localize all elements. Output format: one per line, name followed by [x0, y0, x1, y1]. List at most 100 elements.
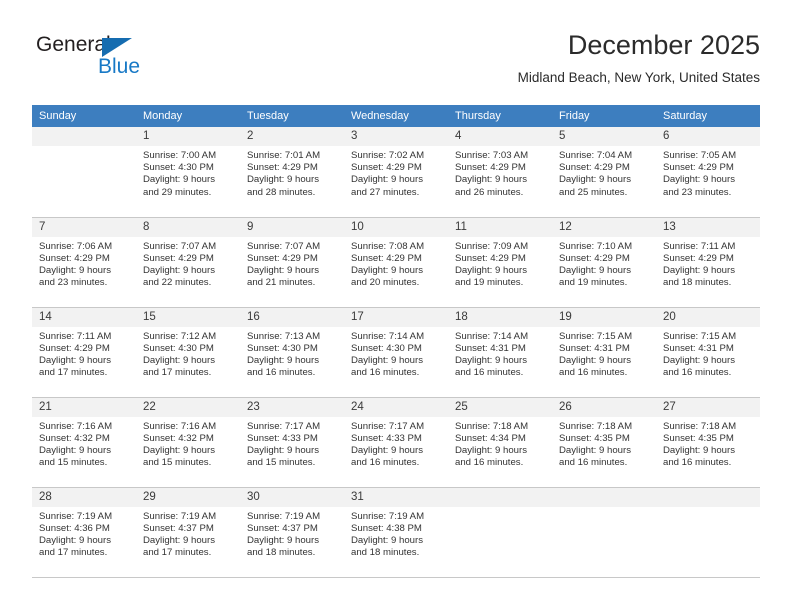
- daylight-text-cont: and 16 minutes.: [351, 367, 420, 379]
- calendar-day-cell[interactable]: 30 Sunrise: 7:19 AM Sunset: 4:37 PM Dayligh…: [240, 487, 344, 578]
- day-sun-details: Sunrise: 7:16 AM Sunset: 4:32 PM Daylight:…: [32, 417, 136, 470]
- sunrise-text: Sunrise: 7:11 AM: [663, 240, 736, 252]
- daylight-text: Daylight: 9 hours: [143, 534, 215, 546]
- sunset-text: Sunset: 4:37 PM: [143, 522, 214, 534]
- calendar-day-cell[interactable]: 11 Sunrise: 7:09 AM Sunset: 4:29 PM Dayligh…: [448, 217, 552, 308]
- calendar-day-cell[interactable]: 16 Sunrise: 7:13 AM Sunset: 4:30 PM Dayligh…: [240, 307, 344, 398]
- day-cell-inner: 25 Sunrise: 7:18 AM Sunset: 4:34 PM Dayligh…: [448, 397, 552, 487]
- calendar-day-cell[interactable]: 7 Sunrise: 7:06 AM Sunset: 4:29 PM Daylight…: [32, 217, 136, 308]
- daylight-text-cont: and 17 minutes.: [39, 547, 108, 559]
- day-cell-inner: 17 Sunrise: 7:14 AM Sunset: 4:30 PM Dayligh…: [344, 307, 448, 397]
- day-cell-inner: [448, 487, 552, 577]
- daylight-text-cont: and 25 minutes.: [559, 186, 628, 198]
- calendar-week-row: 7 Sunrise: 7:06 AM Sunset: 4:29 PM Daylight…: [32, 217, 760, 308]
- page-subtitle: Midland Beach, New York, United States: [517, 70, 760, 85]
- calendar-day-cell[interactable]: 23 Sunrise: 7:17 AM Sunset: 4:33 PM Dayligh…: [240, 397, 344, 488]
- sunrise-text: Sunrise: 7:09 AM: [455, 240, 529, 252]
- calendar-day-cell[interactable]: 27 Sunrise: 7:18 AM Sunset: 4:35 PM Dayligh…: [656, 397, 760, 488]
- weekday-header-friday: Friday: [552, 105, 656, 127]
- day-number: 23: [240, 397, 344, 417]
- day-sun-details: Sunrise: 7:14 AM Sunset: 4:30 PM Daylight:…: [344, 327, 448, 380]
- daylight-text-cont: and 16 minutes.: [455, 367, 524, 379]
- calendar-day-cell[interactable]: 25 Sunrise: 7:18 AM Sunset: 4:34 PM Dayligh…: [448, 397, 552, 488]
- calendar-week-row: 28 Sunrise: 7:19 AM Sunset: 4:36 PM Dayligh…: [32, 487, 760, 578]
- calendar-day-cell[interactable]: 8 Sunrise: 7:07 AM Sunset: 4:29 PM Daylight…: [136, 217, 240, 308]
- sunrise-text: Sunrise: 7:18 AM: [559, 420, 633, 432]
- calendar-day-cell[interactable]: 29 Sunrise: 7:19 AM Sunset: 4:37 PM Dayligh…: [136, 487, 240, 578]
- calendar-day-cell[interactable]: 9 Sunrise: 7:07 AM Sunset: 4:29 PM Daylight…: [240, 217, 344, 308]
- sunset-text: Sunset: 4:29 PM: [455, 252, 526, 264]
- day-number: 18: [448, 307, 552, 327]
- sunrise-text: Sunrise: 7:13 AM: [247, 330, 321, 342]
- calendar-day-cell[interactable]: 6 Sunrise: 7:05 AM Sunset: 4:29 PM Daylight…: [656, 127, 760, 218]
- sunset-text: Sunset: 4:29 PM: [351, 252, 422, 264]
- day-cell-inner: 30 Sunrise: 7:19 AM Sunset: 4:37 PM Dayligh…: [240, 487, 344, 577]
- calendar-day-cell[interactable]: 22 Sunrise: 7:16 AM Sunset: 4:32 PM Dayligh…: [136, 397, 240, 488]
- day-number: [552, 487, 656, 507]
- daylight-text: Daylight: 9 hours: [663, 444, 735, 456]
- daylight-text: Daylight: 9 hours: [663, 264, 735, 276]
- calendar-day-cell[interactable]: 14 Sunrise: 7:11 AM Sunset: 4:29 PM Dayligh…: [32, 307, 136, 398]
- calendar-day-cell[interactable]: 13 Sunrise: 7:11 AM Sunset: 4:29 PM Dayligh…: [656, 217, 760, 308]
- day-cell-inner: 18 Sunrise: 7:14 AM Sunset: 4:31 PM Dayligh…: [448, 307, 552, 397]
- day-cell-inner: 5 Sunrise: 7:04 AM Sunset: 4:29 PM Daylight…: [552, 127, 656, 216]
- weekday-header-wednesday: Wednesday: [344, 105, 448, 127]
- calendar-day-cell[interactable]: 1 Sunrise: 7:00 AM Sunset: 4:30 PM Daylight…: [136, 127, 240, 218]
- day-number: 11: [448, 217, 552, 237]
- daylight-text-cont: and 17 minutes.: [143, 367, 212, 379]
- day-number: 10: [344, 217, 448, 237]
- calendar-day-cell[interactable]: 12 Sunrise: 7:10 AM Sunset: 4:29 PM Dayligh…: [552, 217, 656, 308]
- sunrise-text: Sunrise: 7:19 AM: [351, 510, 425, 522]
- day-cell-inner: 15 Sunrise: 7:12 AM Sunset: 4:30 PM Dayligh…: [136, 307, 240, 397]
- day-sun-details: Sunrise: 7:04 AM Sunset: 4:29 PM Daylight:…: [552, 146, 656, 199]
- day-sun-details: [448, 507, 552, 511]
- daylight-text: Daylight: 9 hours: [559, 264, 631, 276]
- calendar-day-cell[interactable]: 28 Sunrise: 7:19 AM Sunset: 4:36 PM Dayligh…: [32, 487, 136, 578]
- sunset-text: Sunset: 4:35 PM: [663, 432, 734, 444]
- daylight-text-cont: and 23 minutes.: [663, 186, 732, 198]
- day-sun-details: Sunrise: 7:06 AM Sunset: 4:29 PM Daylight:…: [32, 237, 136, 290]
- calendar-day-cell[interactable]: 31 Sunrise: 7:19 AM Sunset: 4:38 PM Dayligh…: [344, 487, 448, 578]
- day-cell-inner: 14 Sunrise: 7:11 AM Sunset: 4:29 PM Dayligh…: [32, 307, 136, 397]
- day-sun-details: Sunrise: 7:19 AM Sunset: 4:38 PM Daylight:…: [344, 507, 448, 560]
- day-sun-details: Sunrise: 7:02 AM Sunset: 4:29 PM Daylight:…: [344, 146, 448, 199]
- day-cell-inner: 29 Sunrise: 7:19 AM Sunset: 4:37 PM Dayligh…: [136, 487, 240, 577]
- sunrise-text: Sunrise: 7:14 AM: [351, 330, 425, 342]
- calendar-day-cell[interactable]: 20 Sunrise: 7:15 AM Sunset: 4:31 PM Dayligh…: [656, 307, 760, 398]
- calendar-day-cell[interactable]: 10 Sunrise: 7:08 AM Sunset: 4:29 PM Dayligh…: [344, 217, 448, 308]
- calendar-day-cell[interactable]: 21 Sunrise: 7:16 AM Sunset: 4:32 PM Dayligh…: [32, 397, 136, 488]
- calendar-day-cell[interactable]: 5 Sunrise: 7:04 AM Sunset: 4:29 PM Daylight…: [552, 127, 656, 218]
- day-number: 22: [136, 397, 240, 417]
- calendar-day-cell[interactable]: 3 Sunrise: 7:02 AM Sunset: 4:29 PM Daylight…: [344, 127, 448, 218]
- daylight-text: Daylight: 9 hours: [351, 534, 423, 546]
- day-cell-inner: 11 Sunrise: 7:09 AM Sunset: 4:29 PM Dayligh…: [448, 217, 552, 307]
- daylight-text-cont: and 16 minutes.: [247, 367, 316, 379]
- day-number: 15: [136, 307, 240, 327]
- weekday-header-saturday: Saturday: [656, 105, 760, 127]
- calendar-day-cell[interactable]: 15 Sunrise: 7:12 AM Sunset: 4:30 PM Dayligh…: [136, 307, 240, 398]
- day-cell-inner: 3 Sunrise: 7:02 AM Sunset: 4:29 PM Daylight…: [344, 127, 448, 216]
- calendar-day-cell[interactable]: 19 Sunrise: 7:15 AM Sunset: 4:31 PM Dayligh…: [552, 307, 656, 398]
- sunrise-text: Sunrise: 7:03 AM: [455, 150, 529, 161]
- sunrise-text: Sunrise: 7:17 AM: [351, 420, 425, 432]
- calendar-day-cell[interactable]: 2 Sunrise: 7:01 AM Sunset: 4:29 PM Daylight…: [240, 127, 344, 218]
- calendar-day-cell[interactable]: 17 Sunrise: 7:14 AM Sunset: 4:30 PM Dayligh…: [344, 307, 448, 398]
- daylight-text-cont: and 17 minutes.: [39, 367, 108, 379]
- day-sun-details: Sunrise: 7:18 AM Sunset: 4:35 PM Daylight:…: [656, 417, 760, 470]
- calendar-day-cell[interactable]: 18 Sunrise: 7:14 AM Sunset: 4:31 PM Dayligh…: [448, 307, 552, 398]
- day-sun-details: Sunrise: 7:11 AM Sunset: 4:29 PM Daylight:…: [656, 237, 760, 290]
- calendar-day-cell[interactable]: 26 Sunrise: 7:18 AM Sunset: 4:35 PM Dayligh…: [552, 397, 656, 488]
- day-number: 16: [240, 307, 344, 327]
- general-blue-logo[interactable]: General Blue: [36, 32, 216, 88]
- calendar-day-cell[interactable]: 4 Sunrise: 7:03 AM Sunset: 4:29 PM Daylight…: [448, 127, 552, 218]
- calendar-day-cell[interactable]: 24 Sunrise: 7:17 AM Sunset: 4:33 PM Dayligh…: [344, 397, 448, 488]
- daylight-text: Daylight: 9 hours: [351, 174, 423, 186]
- day-number: [32, 127, 136, 146]
- sunrise-text: Sunrise: 7:19 AM: [247, 510, 321, 522]
- day-cell-inner: 9 Sunrise: 7:07 AM Sunset: 4:29 PM Daylight…: [240, 217, 344, 307]
- day-cell-inner: 19 Sunrise: 7:15 AM Sunset: 4:31 PM Dayligh…: [552, 307, 656, 397]
- daylight-text-cont: and 15 minutes.: [143, 457, 212, 469]
- sunset-text: Sunset: 4:29 PM: [559, 162, 630, 174]
- day-sun-details: [552, 507, 656, 511]
- sunset-text: Sunset: 4:31 PM: [455, 342, 526, 354]
